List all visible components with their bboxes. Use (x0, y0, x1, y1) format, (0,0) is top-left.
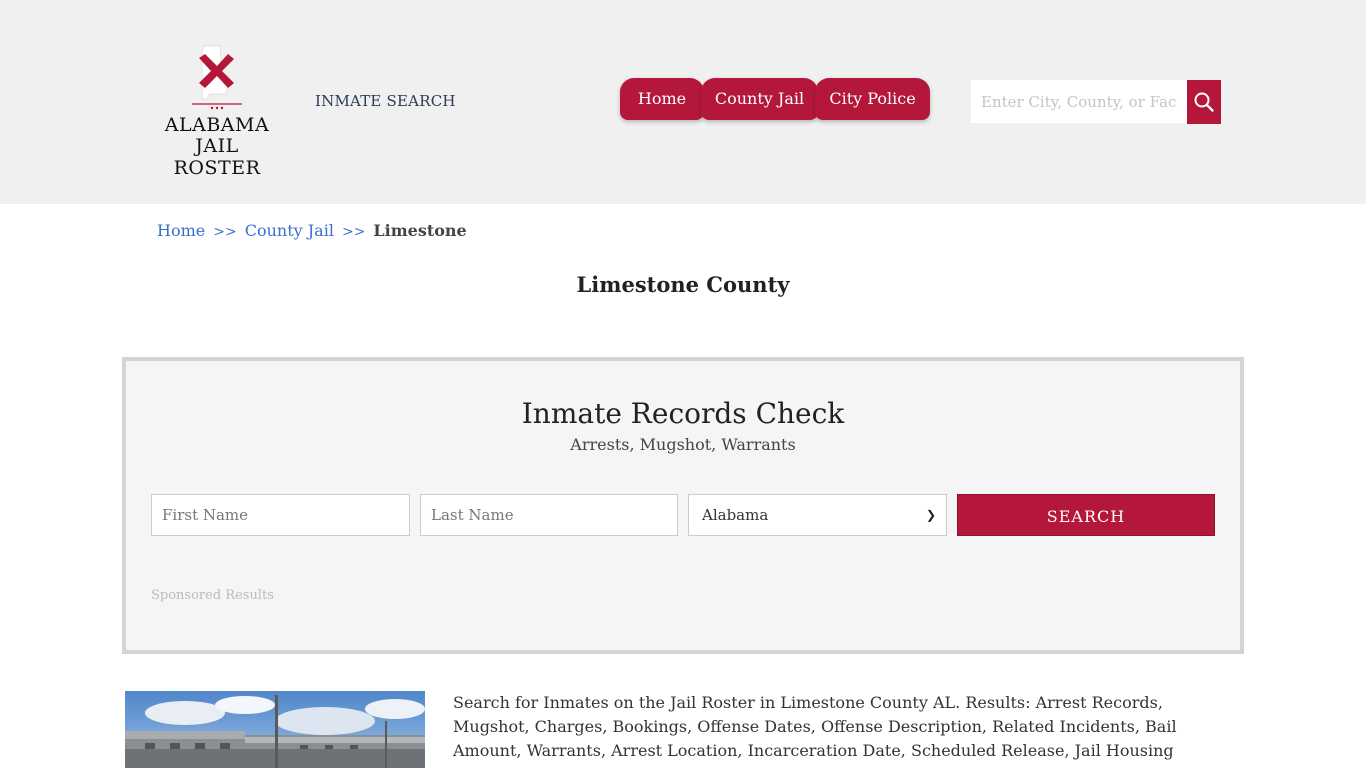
records-search-button[interactable]: SEARCH (957, 494, 1215, 536)
nav-county-jail-button[interactable]: County Jail (701, 78, 818, 120)
first-name-input[interactable] (151, 494, 410, 536)
state-select[interactable]: Alabama ❯ (688, 494, 947, 536)
site-logo[interactable]: ALABAMA JAIL ROSTER (150, 42, 284, 179)
nav-home-button[interactable]: Home (620, 78, 704, 120)
nav-city-police-button[interactable]: City Police (815, 78, 930, 120)
last-name-input[interactable] (420, 494, 678, 536)
sponsored-results-label: Sponsored Results (151, 588, 274, 603)
header-search-input[interactable] (971, 80, 1187, 123)
state-select-value: Alabama (702, 506, 769, 524)
jail-facility-photo (125, 691, 425, 768)
site-header: ALABAMA JAIL ROSTER INMATE SEARCH Home C… (0, 0, 1366, 204)
alabama-flag-icon (192, 45, 242, 110)
logo-text-line1: ALABAMA (164, 114, 270, 136)
records-check-title: Inmate Records Check (521, 397, 845, 430)
breadcrumb-separator: >> (213, 224, 237, 240)
logo-text-line2: JAIL ROSTER (173, 135, 261, 179)
inmate-records-check-panel: Inmate Records Check Arrests, Mugshot, W… (122, 357, 1244, 654)
records-check-subtitle: Arrests, Mugshot, Warrants (570, 435, 796, 454)
breadcrumb-county-jail-link[interactable]: County Jail (245, 221, 334, 240)
search-icon (1194, 92, 1214, 112)
breadcrumb: Home >> County Jail >> Limestone (157, 221, 467, 240)
inmate-search-link[interactable]: INMATE SEARCH (315, 92, 456, 110)
breadcrumb-home-link[interactable]: Home (157, 221, 205, 240)
page-title: Limestone County (576, 272, 790, 297)
breadcrumb-current: Limestone (373, 221, 467, 240)
county-description: Search for Inmates on the Jail Roster in… (453, 693, 1177, 768)
breadcrumb-separator: >> (341, 224, 366, 240)
header-search-button[interactable] (1187, 80, 1221, 124)
chevron-down-icon: ❯ (925, 508, 936, 522)
